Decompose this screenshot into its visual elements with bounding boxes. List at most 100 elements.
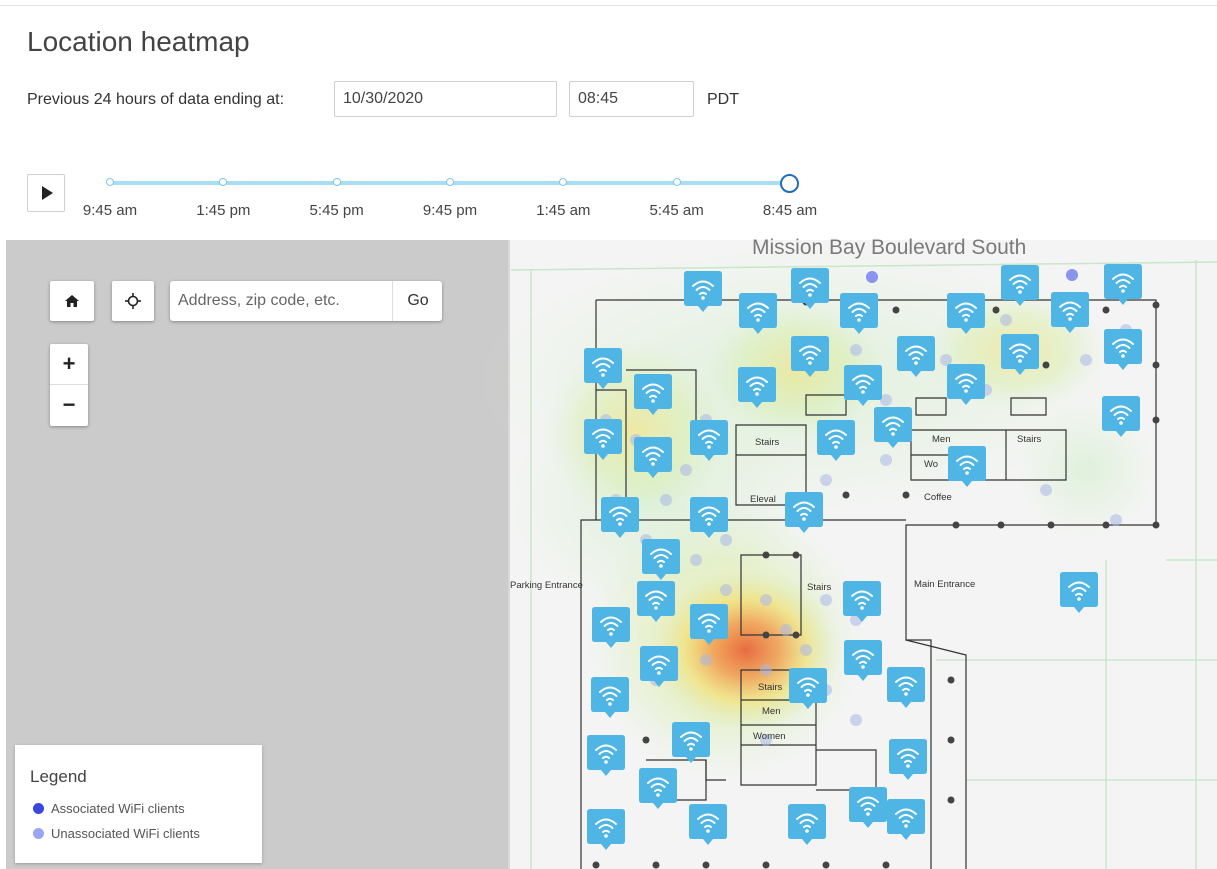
access-point-marker — [887, 799, 925, 840]
access-point-body — [947, 293, 985, 334]
access-point-marker — [587, 809, 625, 850]
access-point-marker — [788, 804, 826, 845]
pillar — [1102, 521, 1110, 529]
unassociated-client-dot — [800, 644, 812, 656]
unassociated-client-dot — [720, 584, 732, 596]
unassociated-client-dot — [690, 554, 702, 566]
zoom-control: + − — [50, 344, 88, 426]
access-point-marker — [591, 677, 629, 718]
unassociated-client-dot — [1080, 354, 1092, 366]
main-entrance-label: Main Entrance — [914, 579, 976, 590]
pillar — [892, 306, 900, 314]
wifi-dot — [965, 471, 969, 475]
timeline-tick[interactable] — [332, 178, 341, 186]
access-point-marker — [1001, 265, 1039, 306]
pillar — [842, 491, 850, 499]
home-button[interactable] — [50, 281, 94, 321]
room-label-stairs: Stairs — [758, 682, 783, 693]
access-point-marker — [672, 722, 710, 763]
play-button[interactable] — [27, 174, 65, 212]
access-point-marker — [634, 437, 672, 478]
unassociated-client-dot — [760, 594, 772, 606]
access-point-marker — [639, 768, 677, 809]
access-point-body — [1104, 264, 1142, 305]
wifi-dot — [707, 629, 711, 633]
legend-item-label: Associated WiFi clients — [51, 801, 185, 816]
go-button[interactable]: Go — [392, 281, 443, 321]
crosshair-icon — [125, 293, 141, 309]
pillar — [902, 491, 910, 499]
access-point-marker — [584, 348, 622, 389]
timeline-tick-label: 9:45 pm — [422, 202, 478, 219]
access-point-body — [634, 437, 672, 478]
room-label-stairs: Stairs — [755, 437, 780, 448]
timeline-tick[interactable] — [446, 178, 454, 186]
zoom-in-button[interactable]: + — [50, 344, 88, 385]
access-point-body — [639, 768, 677, 809]
access-point-body — [791, 268, 829, 309]
access-point-marker — [785, 492, 823, 533]
unassociated-client-dot — [680, 464, 692, 476]
access-point-body — [844, 365, 882, 406]
wifi-dot — [891, 432, 895, 436]
wifi-dot — [651, 462, 655, 466]
wifi-dot — [808, 361, 812, 365]
zoom-out-button[interactable]: − — [50, 385, 88, 425]
access-point-marker — [642, 539, 680, 580]
parking-entrance-label: Parking Entrance — [510, 580, 583, 591]
access-point-marker — [789, 668, 827, 709]
home-icon — [65, 295, 79, 307]
access-point-body — [844, 640, 882, 681]
wifi-dot — [604, 834, 608, 838]
address-search: Go — [170, 281, 442, 321]
access-point-marker — [947, 364, 985, 405]
unassociated-client-dot — [820, 474, 832, 486]
unassociated-client-dot — [780, 624, 792, 636]
pillar — [947, 736, 955, 744]
wifi-dot — [706, 829, 710, 833]
access-point-body — [785, 492, 823, 533]
unassociated-client-dot — [820, 594, 832, 606]
address-search-input[interactable] — [170, 281, 390, 321]
access-point-body — [889, 739, 927, 780]
access-point-body — [1001, 334, 1039, 375]
access-point-body — [817, 420, 855, 461]
access-point-body — [690, 604, 728, 645]
pillar — [1047, 521, 1055, 529]
access-point-marker — [690, 497, 728, 538]
access-point-marker — [791, 268, 829, 309]
end-time-input[interactable] — [569, 81, 694, 117]
wifi-dot — [805, 829, 809, 833]
unassociated-client-dot — [660, 494, 672, 506]
access-point-marker — [887, 667, 925, 708]
legend: Legend Associated WiFi clients Unassocia… — [15, 745, 262, 863]
timeline-tick[interactable] — [106, 178, 114, 186]
legend-title: Legend — [30, 767, 87, 786]
associated-client-dot — [866, 271, 878, 283]
wifi-dot — [1018, 359, 1022, 363]
wifi-dot — [654, 606, 658, 610]
access-point-body — [840, 293, 878, 334]
timeline-tick-label: 8:45 am — [762, 202, 818, 219]
access-point-body — [640, 646, 678, 687]
wifi-dot — [689, 747, 693, 751]
wifi-dot — [656, 793, 660, 797]
access-point-body — [788, 804, 826, 845]
access-point-body — [587, 735, 625, 776]
timeline-slider-thumb[interactable] — [780, 174, 799, 193]
access-point-marker — [817, 420, 855, 461]
access-point-body — [637, 581, 675, 622]
timeline-tick[interactable] — [672, 178, 681, 186]
wifi-dot — [861, 390, 865, 394]
wifi-dot — [756, 318, 760, 322]
access-point-body — [592, 607, 630, 648]
wifi-dot — [701, 296, 705, 300]
access-point-body — [738, 367, 776, 408]
access-point-marker — [1104, 329, 1142, 370]
timeline-tick-label: 1:45 am — [536, 202, 591, 219]
end-date-input[interactable] — [334, 81, 557, 117]
locate-button[interactable] — [112, 281, 154, 321]
pillar — [762, 631, 770, 639]
access-point-body — [874, 407, 912, 448]
wifi-dot — [608, 702, 612, 706]
